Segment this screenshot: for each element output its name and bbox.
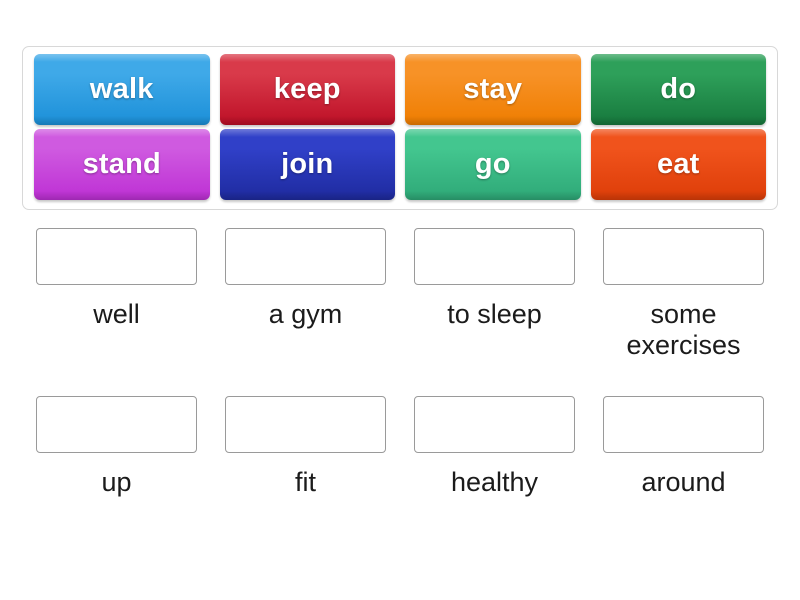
tile-label: walk (89, 73, 154, 105)
dropzone-well[interactable] (36, 228, 197, 285)
tile-slot: keep (215, 54, 401, 125)
activity-stage: walk keep stay do stand join go eat well… (0, 0, 800, 600)
answer-row-2: up fit healthy around (22, 396, 778, 498)
tile-label: keep (273, 73, 341, 105)
dropzone-up[interactable] (36, 396, 197, 453)
tile-label: join (281, 148, 334, 180)
tile-slot: join (215, 129, 401, 200)
dropzone-around[interactable] (603, 396, 764, 453)
answer-label-to-sleep: to sleep (447, 299, 542, 329)
answer-item-up: up (22, 396, 211, 498)
answer-item-to-sleep: to sleep (400, 228, 589, 361)
word-tile-tray: walk keep stay do stand join go eat (22, 46, 778, 210)
draggable-tile-go[interactable]: go (405, 129, 581, 200)
tile-label: do (660, 73, 697, 105)
dropzone-healthy[interactable] (414, 396, 575, 453)
draggable-tile-stand[interactable]: stand (34, 129, 210, 200)
answer-item-healthy: healthy (400, 396, 589, 498)
tile-label: stay (463, 73, 523, 105)
answer-item-some-exercises: some exercises (589, 228, 778, 361)
draggable-tile-walk[interactable]: walk (34, 54, 210, 125)
tile-row-2: stand join go eat (29, 129, 771, 200)
answer-label-a-gym: a gym (268, 299, 343, 329)
draggable-tile-keep[interactable]: keep (219, 54, 395, 125)
answer-label-up: up (101, 467, 132, 497)
dropzone-fit[interactable] (225, 396, 386, 453)
answer-label-around: around (641, 467, 726, 497)
draggable-tile-join[interactable]: join (219, 129, 395, 200)
tile-slot: go (400, 129, 586, 200)
tile-slot: stand (29, 129, 215, 200)
dropzone-a-gym[interactable] (225, 228, 386, 285)
tile-slot: stay (400, 54, 586, 125)
answer-item-fit: fit (211, 396, 400, 498)
answer-item-around: around (589, 396, 778, 498)
draggable-tile-do[interactable]: do (590, 54, 766, 125)
tile-slot: eat (586, 129, 772, 200)
tile-label: eat (656, 148, 700, 180)
dropzone-to-sleep[interactable] (414, 228, 575, 285)
answer-label-healthy: healthy (450, 467, 539, 497)
answer-label-well: well (93, 299, 140, 329)
tile-label: go (474, 148, 511, 180)
tile-row-1: walk keep stay do (29, 54, 771, 125)
draggable-tile-eat[interactable]: eat (590, 129, 766, 200)
tile-slot: do (586, 54, 772, 125)
answer-label-fit: fit (294, 467, 316, 497)
dropzone-some-exercises[interactable] (603, 228, 764, 285)
draggable-tile-stay[interactable]: stay (405, 54, 581, 125)
answer-label-some-exercises: some exercises (626, 299, 741, 360)
answer-row-1: well a gym to sleep some exercises (22, 228, 778, 361)
tile-slot: walk (29, 54, 215, 125)
tile-label: stand (82, 148, 161, 180)
answer-item-well: well (22, 228, 211, 361)
answer-item-a-gym: a gym (211, 228, 400, 361)
